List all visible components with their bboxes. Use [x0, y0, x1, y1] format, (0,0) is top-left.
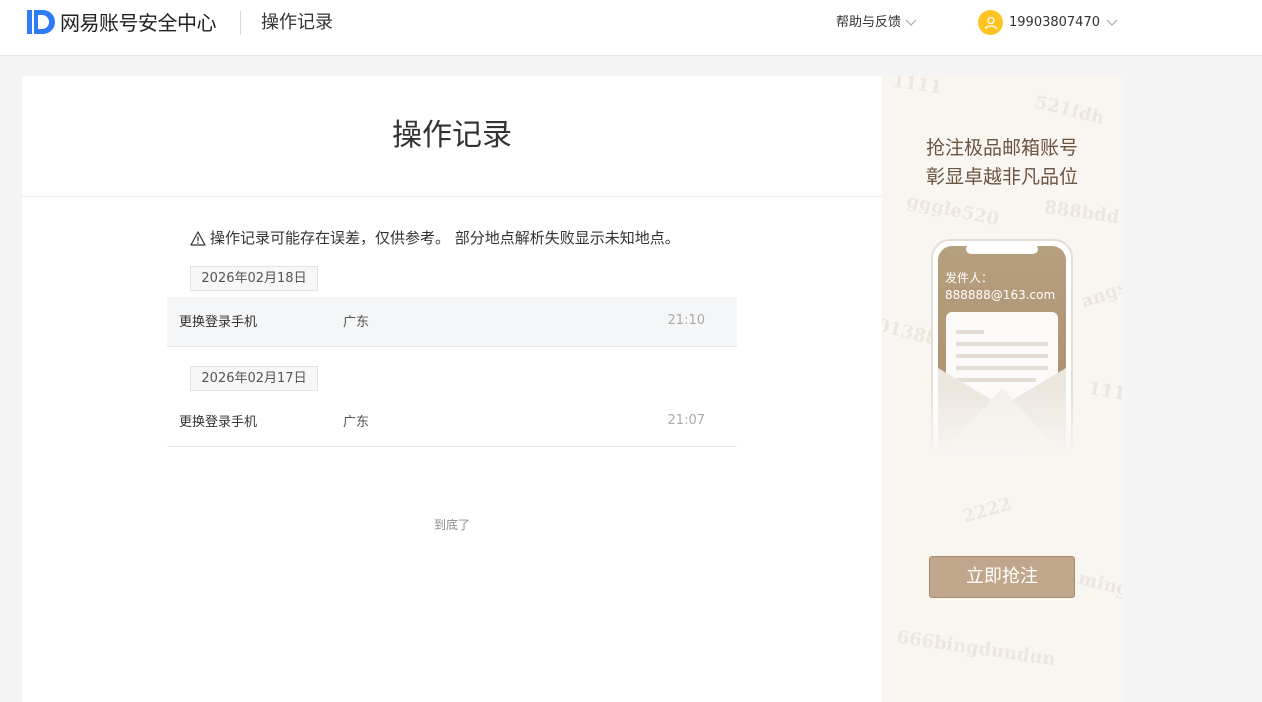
date-tag: 2026年02月17日 — [190, 366, 318, 391]
title-divider — [22, 196, 882, 197]
user-icon — [984, 16, 997, 29]
header-section-title: 操作记录 — [261, 12, 333, 33]
header-divider — [240, 11, 241, 35]
promo-slogan: 抢注极品邮箱账号 彰显卓越非凡品位 — [882, 134, 1122, 192]
watermark-text: 2222 — [960, 493, 1015, 528]
records-card: 操作记录 操作记录可能存在误差，仅供参考。 部分地点解析失败显示未知地点。 20… — [22, 76, 882, 702]
watermark-text: 888bdd — [1042, 196, 1121, 229]
notice-text: 操作记录可能存在误差，仅供参考。 部分地点解析失败显示未知地点。 — [210, 229, 680, 247]
page-background-right — [1122, 56, 1262, 702]
brand-name[interactable]: 网易账号安全中心 — [60, 10, 217, 36]
avatar — [978, 10, 1003, 35]
date-tag: 2026年02月18日 — [190, 266, 318, 291]
watermark-text: angsu — [1078, 272, 1122, 313]
warning-icon — [190, 230, 206, 246]
id-logo-icon[interactable] — [26, 9, 58, 35]
watermark-text: gggle520 — [904, 190, 1001, 231]
record-action: 更换登录手机 — [179, 315, 258, 330]
record-time: 21:10 — [667, 313, 705, 328]
register-now-button[interactable]: 立即抢注 — [929, 556, 1075, 598]
help-feedback-menu[interactable]: 帮助与反馈 — [836, 14, 917, 32]
username: 19903807470 — [1009, 15, 1100, 30]
promo-slogan-line2: 彰显卓越非凡品位 — [925, 166, 1078, 188]
record-location: 广东 — [343, 415, 370, 430]
promo-banner[interactable]: 1111 521fdh gggle520 888bdd 01388 angsu … — [882, 76, 1122, 702]
chevron-down-icon — [1106, 19, 1118, 26]
watermark-text: 666bingdundun — [895, 626, 1057, 671]
user-menu[interactable]: 19903807470 — [978, 10, 1118, 35]
help-feedback-label: 帮助与反馈 — [836, 15, 902, 30]
watermark-text: 521fdh — [1032, 91, 1107, 130]
watermark-text: 1111 — [890, 76, 944, 99]
promo-slogan-line1: 抢注极品邮箱账号 — [925, 137, 1078, 159]
page-title: 操作记录 — [392, 118, 512, 153]
record-time: 21:07 — [667, 413, 705, 428]
record-action: 更换登录手机 — [179, 415, 258, 430]
record-location: 广东 — [343, 315, 370, 330]
watermark-text: 1111 — [1086, 377, 1122, 408]
chevron-down-icon — [905, 19, 917, 26]
notice: 操作记录可能存在误差，仅供参考。 部分地点解析失败显示未知地点。 — [190, 228, 680, 248]
top-header: 网易账号安全中心 操作记录 帮助与反馈 19903807470 — [0, 0, 1262, 56]
table-row[interactable]: 更换登录手机 广东 21:07 — [167, 397, 737, 447]
watermark-text: ming — [1076, 568, 1122, 601]
sender-label: 发件人： — [945, 271, 994, 285]
sender-email: 888888@163.com — [945, 288, 1056, 302]
end-of-list-tip: 到底了 — [433, 518, 470, 532]
table-row[interactable]: 更换登录手机 广东 21:10 — [167, 297, 737, 347]
